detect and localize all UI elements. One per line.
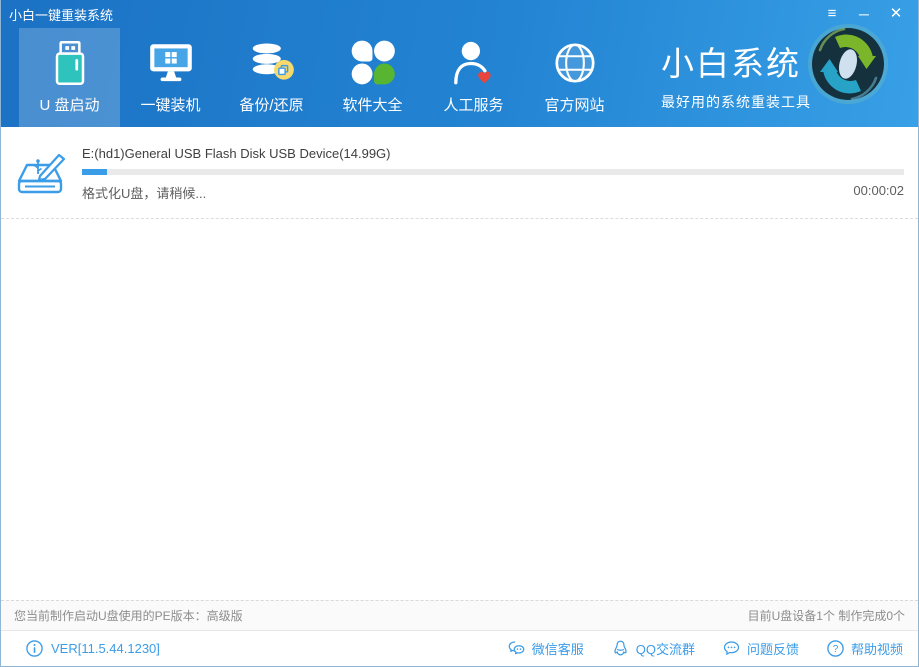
nav-item-support[interactable]: 人工服务 bbox=[423, 28, 524, 127]
globe-icon bbox=[549, 37, 601, 89]
link-wechat-support[interactable]: 微信客服 bbox=[507, 639, 584, 658]
footer-link-label: 帮助视频 bbox=[851, 639, 903, 658]
app-window: 小白一键重装系统 ≡ ─ ✕ U 盘启动 bbox=[0, 0, 919, 667]
main-nav: U 盘启动 一键装机 bbox=[1, 28, 918, 127]
usb-device-label: E:(hd1)General USB Flash Disk USB Device… bbox=[82, 146, 904, 161]
nav-label: 一键装机 bbox=[140, 94, 200, 115]
footer: VER[11.5.44.1230] 微信客服 QQ交流群 bbox=[1, 630, 918, 666]
nav-label: 软件大全 bbox=[342, 94, 402, 115]
svg-text:?: ? bbox=[833, 644, 839, 655]
nav-label: 人工服务 bbox=[443, 94, 503, 115]
link-qq-group[interactable]: QQ交流群 bbox=[611, 639, 695, 658]
nav-item-website[interactable]: 官方网站 bbox=[524, 28, 625, 127]
brand-slogan: 最好用的系统重装工具 bbox=[661, 92, 811, 112]
feedback-bubble-icon bbox=[722, 639, 741, 658]
progress-body: E:(hd1)General USB Flash Disk USB Device… bbox=[82, 143, 904, 218]
footer-link-label: 微信客服 bbox=[532, 639, 584, 658]
qq-icon bbox=[611, 639, 630, 658]
footer-links: 微信客服 QQ交流群 问题反馈 bbox=[507, 639, 903, 658]
progress-status-text: 格式化U盘，请稍候... bbox=[82, 183, 206, 202]
nav-item-backup-restore[interactable]: 备份/还原 bbox=[221, 28, 322, 127]
progress-fill bbox=[82, 169, 107, 175]
link-feedback[interactable]: 问题反馈 bbox=[722, 639, 799, 658]
info-icon bbox=[25, 639, 44, 658]
usb-drive-icon bbox=[44, 37, 96, 89]
brand-name: 小白系统 bbox=[661, 44, 811, 84]
backup-restore-icon bbox=[246, 37, 298, 89]
progress-bar bbox=[82, 169, 904, 175]
footer-link-label: 问题反馈 bbox=[747, 639, 799, 658]
header: 小白一键重装系统 ≡ ─ ✕ U 盘启动 bbox=[1, 0, 918, 127]
usb-progress-panel: E:(hd1)General USB Flash Disk USB Device… bbox=[1, 127, 918, 219]
version-text: VER[11.5.44.1230] bbox=[51, 641, 160, 656]
disk-write-icon bbox=[15, 148, 69, 200]
support-person-icon bbox=[448, 37, 500, 89]
pe-version-text: 您当前制作启动U盘使用的PE版本：高级版 bbox=[14, 607, 243, 624]
help-video-icon: ? bbox=[826, 639, 845, 658]
elapsed-time: 00:00:02 bbox=[853, 183, 904, 202]
app-title: 小白一键重装系统 bbox=[9, 5, 113, 24]
nav-label: 备份/还原 bbox=[239, 94, 303, 115]
nav-item-one-key-install[interactable]: 一键装机 bbox=[120, 28, 221, 127]
monitor-windows-icon bbox=[145, 37, 197, 89]
statusbar: 您当前制作启动U盘使用的PE版本：高级版 目前U盘设备1个 制作完成0个 bbox=[1, 600, 918, 630]
footer-link-label: QQ交流群 bbox=[636, 639, 695, 658]
titlebar: 小白一键重装系统 ≡ ─ ✕ bbox=[1, 0, 918, 28]
content-area bbox=[1, 219, 918, 600]
wechat-icon bbox=[507, 639, 526, 658]
device-summary-text: 目前U盘设备1个 制作完成0个 bbox=[748, 607, 905, 624]
nav-item-software[interactable]: 软件大全 bbox=[322, 28, 423, 127]
progress-meta: 格式化U盘，请稍候... 00:00:02 bbox=[82, 183, 904, 202]
brand-logo-icon bbox=[804, 20, 892, 108]
software-clover-icon bbox=[347, 37, 399, 89]
brand-block: 小白系统 最好用的系统重装工具 bbox=[661, 28, 811, 127]
link-help-video[interactable]: ? 帮助视频 bbox=[826, 639, 903, 658]
nav-item-usb-boot[interactable]: U 盘启动 bbox=[19, 28, 120, 127]
nav-label: U 盘启动 bbox=[39, 94, 99, 115]
nav-label: 官方网站 bbox=[544, 94, 604, 115]
version-info[interactable]: VER[11.5.44.1230] bbox=[25, 639, 160, 658]
